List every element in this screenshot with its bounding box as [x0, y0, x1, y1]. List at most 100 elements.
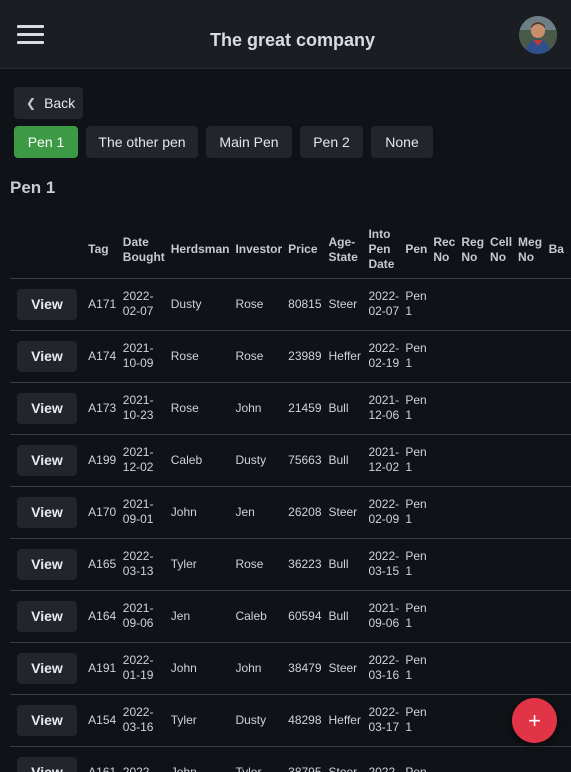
cell-rec-no	[430, 642, 459, 695]
cell-investor: Rose	[232, 538, 286, 591]
cell-ba	[545, 642, 571, 695]
cell-into-pen-date: 2021-12-02	[365, 434, 403, 487]
view-button[interactable]: View	[17, 340, 77, 372]
cell-cell-no	[487, 434, 516, 487]
cell-into-pen-date: 2021-09-06	[365, 590, 403, 643]
cell-herdsman: Jen	[167, 590, 233, 643]
cell-meg-no	[515, 330, 546, 383]
view-button[interactable]: View	[17, 756, 77, 772]
cell-pen: Pen 1	[402, 590, 431, 643]
pen-tab-main-pen[interactable]: Main Pen	[206, 126, 292, 158]
table-row: View A199 2021-12-02 Caleb Dusty 75663 Bull 202…	[10, 434, 571, 487]
table-row: View A191 2022-01-19 John John 38479 Steer 2022…	[10, 642, 571, 695]
cell-date-bought: 2022-02-07	[119, 278, 168, 331]
cell-price: 80815	[285, 278, 326, 331]
cell-ba	[545, 746, 571, 772]
cell-age-state: Heffer	[325, 330, 366, 383]
cell-price: 38795	[285, 746, 326, 772]
column-header-cell-no: Cell No	[487, 222, 516, 279]
cell-price: 48298	[285, 694, 326, 747]
table-body: View A171 2022-02-07 Dusty Rose 80815 Steer 202…	[10, 278, 571, 772]
cell-pen: Pen	[402, 746, 431, 772]
cell-into-pen-date: 2022-02-07	[365, 278, 403, 331]
view-button[interactable]: View	[17, 444, 77, 476]
table-row: View A161 2022- John Tyler 38795 Steer 2022- Pen	[10, 746, 571, 772]
cell-meg-no	[515, 382, 546, 435]
column-header-rec-no: Rec No	[430, 222, 459, 279]
column-header-ba: Ba	[545, 222, 571, 279]
cell-view: View	[10, 278, 86, 331]
cattle-table: Tag Date Bought Herdsman Investor Price …	[10, 222, 571, 772]
column-header-price: Price	[285, 222, 326, 279]
cell-investor: Rose	[232, 278, 286, 331]
cell-herdsman: Tyler	[167, 694, 233, 747]
table-row: View A173 2021-10-23 Rose John 21459 Bull 2021-…	[10, 382, 571, 435]
cell-price: 75663	[285, 434, 326, 487]
cell-view: View	[10, 746, 86, 772]
cell-date-bought: 2021-09-01	[119, 486, 168, 539]
app-bar: The great company	[0, 0, 571, 69]
cell-rec-no	[430, 330, 459, 383]
pen-tab-the-other-pen[interactable]: The other pen	[86, 126, 198, 158]
cell-age-state: Heffer	[325, 694, 366, 747]
cell-rec-no	[430, 382, 459, 435]
cell-herdsman: John	[167, 642, 233, 695]
cell-herdsman: Dusty	[167, 278, 233, 331]
cell-pen: Pen 1	[402, 694, 431, 747]
cell-tag: A170	[85, 486, 120, 539]
view-button[interactable]: View	[17, 548, 77, 580]
cell-investor: Caleb	[232, 590, 286, 643]
cell-into-pen-date: 2022-	[365, 746, 403, 772]
cell-reg-no	[458, 330, 488, 383]
cell-view: View	[10, 538, 86, 591]
view-button[interactable]: View	[17, 392, 77, 424]
cell-age-state: Steer	[325, 278, 366, 331]
view-button[interactable]: View	[17, 704, 77, 736]
pen-tab-none[interactable]: None	[371, 126, 433, 158]
cell-price: 36223	[285, 538, 326, 591]
view-button[interactable]: View	[17, 652, 77, 684]
view-button[interactable]: View	[17, 496, 77, 528]
cell-pen: Pen 1	[402, 278, 431, 331]
cell-cell-no	[487, 590, 516, 643]
cell-date-bought: 2021-12-02	[119, 434, 168, 487]
cell-rec-no	[430, 694, 459, 747]
cell-investor: John	[232, 642, 286, 695]
cell-herdsman: John	[167, 486, 233, 539]
app-title: The great company	[209, 30, 376, 50]
cell-date-bought: 2022-01-19	[119, 642, 168, 695]
cell-into-pen-date: 2022-03-15	[365, 538, 403, 591]
back-button[interactable]: ❮ Back	[14, 87, 83, 119]
cell-rec-no	[430, 538, 459, 591]
cell-date-bought: 2022-03-13	[119, 538, 168, 591]
cell-age-state: Bull	[325, 434, 366, 487]
cell-meg-no	[515, 278, 546, 331]
cell-price: 23989	[285, 330, 326, 383]
cell-into-pen-date: 2022-03-17	[365, 694, 403, 747]
cell-meg-no	[515, 642, 546, 695]
user-avatar[interactable]	[519, 16, 557, 54]
table-row: View A174 2021-10-09 Rose Rose 23989 Heffer 202…	[10, 330, 571, 383]
cell-investor: Dusty	[232, 694, 286, 747]
cell-pen: Pen 1	[402, 382, 431, 435]
pen-tab-pen-2[interactable]: Pen 2	[300, 126, 363, 158]
cell-meg-no	[515, 746, 546, 772]
cell-reg-no	[458, 278, 488, 331]
cell-pen: Pen 1	[402, 330, 431, 383]
cell-reg-no	[458, 538, 488, 591]
add-fab-button[interactable]: +	[512, 698, 557, 743]
pen-tab-pen-1[interactable]: Pen 1	[14, 126, 78, 158]
view-button[interactable]: View	[17, 288, 77, 320]
cell-tag: A174	[85, 330, 120, 383]
cell-herdsman: Rose	[167, 382, 233, 435]
cell-meg-no	[515, 590, 546, 643]
table-row: View A164 2021-09-06 Jen Caleb 60594 Bull 2021-…	[10, 590, 571, 643]
column-header-actions	[10, 222, 86, 279]
cell-ba	[545, 590, 571, 643]
view-button[interactable]: View	[17, 600, 77, 632]
cell-tag: A164	[85, 590, 120, 643]
cell-meg-no	[515, 538, 546, 591]
cell-age-state: Steer	[325, 746, 366, 772]
column-header-age-state: Age-State	[325, 222, 366, 279]
cattle-table-container[interactable]: Tag Date Bought Herdsman Investor Price …	[10, 222, 571, 772]
